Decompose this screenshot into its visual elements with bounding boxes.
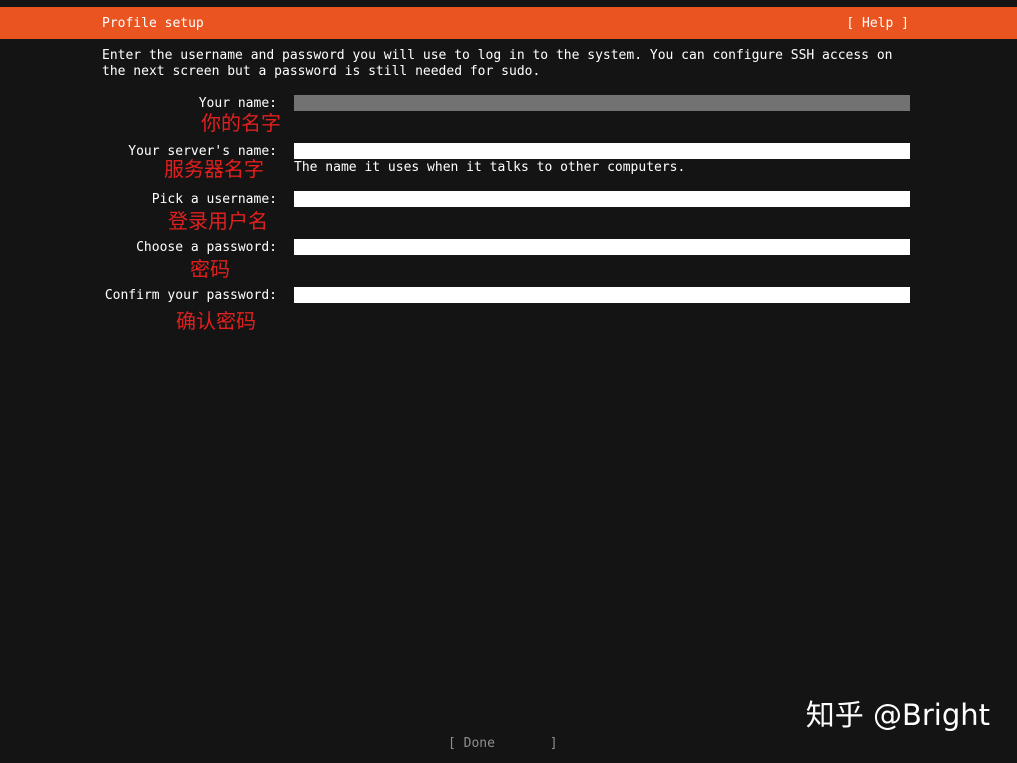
intro-text: Enter the username and password you will… xyxy=(102,48,914,80)
help-button[interactable]: [ Help ] xyxy=(846,16,909,31)
username-annotation: 登录用户名 xyxy=(168,209,268,233)
server-name-hint: The name it uses when it talks to other … xyxy=(294,160,686,175)
name-label: Your name: xyxy=(198,96,277,111)
page-title: Profile setup xyxy=(102,16,204,31)
password-input[interactable] xyxy=(294,239,910,255)
confirm-password-label: Confirm your password: xyxy=(104,288,277,303)
name-annotation: 你的名字 xyxy=(201,111,281,135)
confirm-password-annotation: 确认密码 xyxy=(176,309,256,333)
intro-line-1: Enter the username and password you will… xyxy=(102,48,893,63)
name-input[interactable] xyxy=(294,95,910,111)
confirm-password-input[interactable] xyxy=(294,287,910,303)
username-input[interactable] xyxy=(294,191,910,207)
server-name-annotation: 服务器名字 xyxy=(164,157,264,181)
watermark-text: 知乎 @Bright xyxy=(805,698,990,732)
password-label: Choose a password: xyxy=(136,240,277,255)
password-annotation: 密码 xyxy=(190,257,230,281)
server-name-input[interactable] xyxy=(294,143,910,159)
header-bar: Profile setup [ Help ] xyxy=(0,7,1017,39)
intro-line-2: the next screen but a password is still … xyxy=(102,64,541,79)
username-label: Pick a username: xyxy=(151,192,277,207)
done-button[interactable]: [ Done ] xyxy=(448,736,558,752)
